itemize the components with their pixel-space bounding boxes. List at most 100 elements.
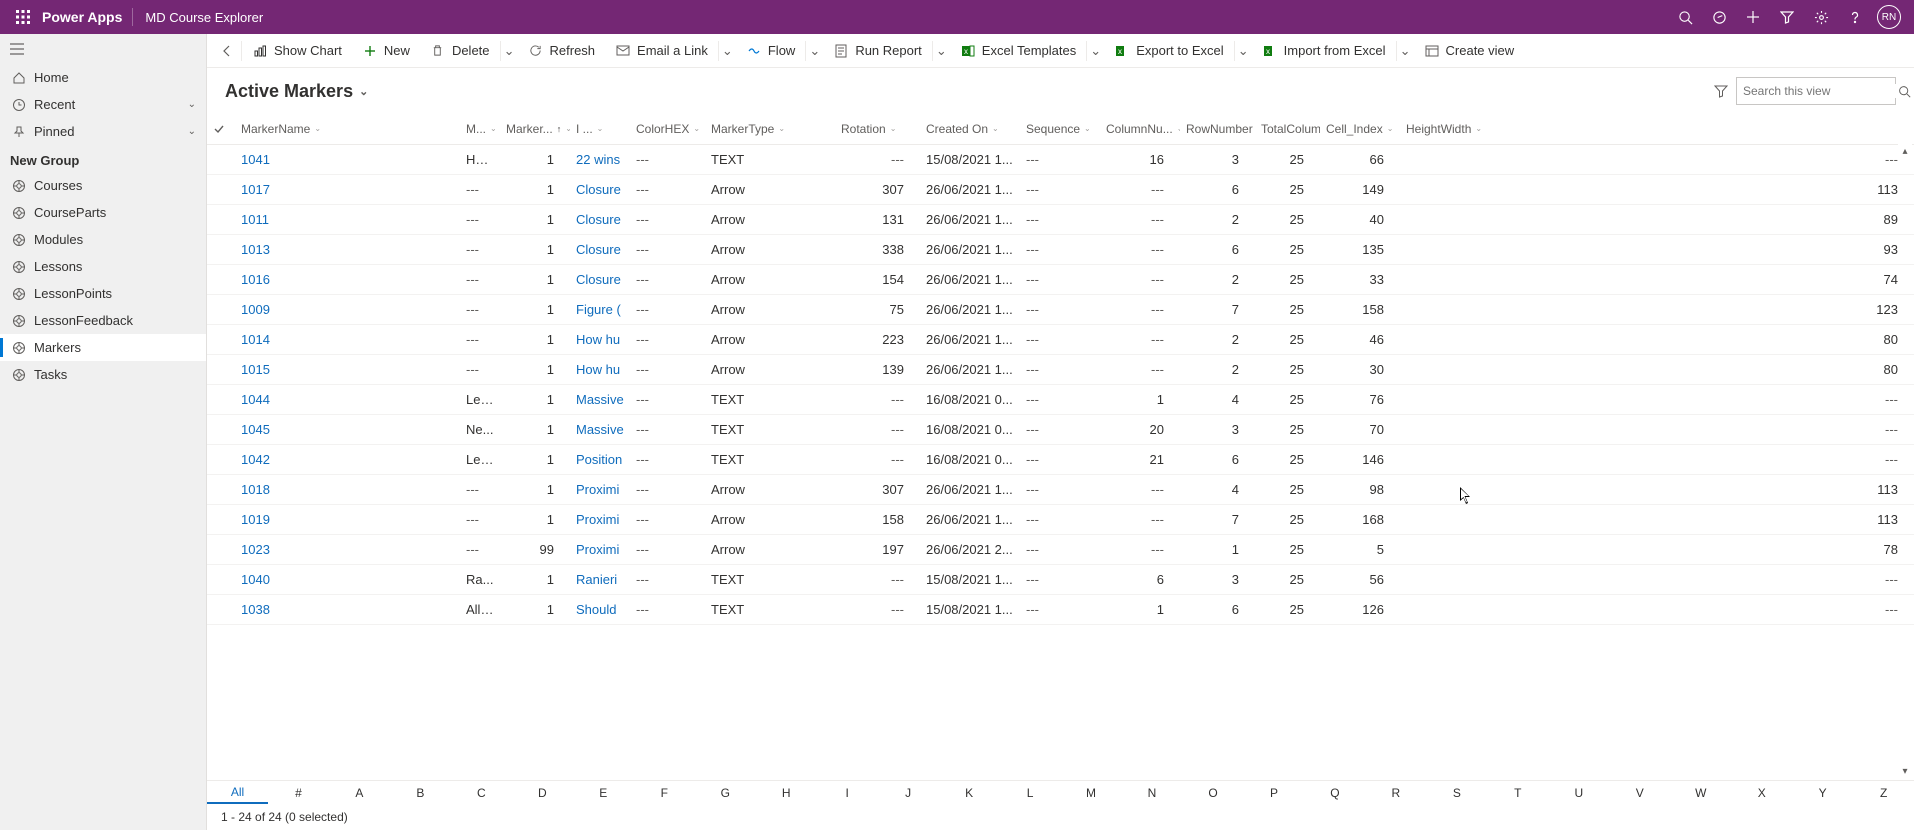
row-checkbox[interactable] <box>207 564 235 594</box>
view-selector[interactable]: Active Markers ⌄ <box>225 81 368 102</box>
help-icon[interactable] <box>1838 0 1872 34</box>
export-split[interactable]: ⌄ <box>1234 41 1252 61</box>
record-link[interactable]: 1009 <box>241 302 270 317</box>
table-row[interactable]: 1042Lei...1Position---TEXT---16/08/2021 … <box>207 444 1914 474</box>
record-link[interactable]: How hu <box>576 332 620 347</box>
alpha-Y[interactable]: Y <box>1792 781 1853 804</box>
email-link-button[interactable]: Email a Link <box>605 34 718 68</box>
row-checkbox[interactable] <box>207 264 235 294</box>
table-row[interactable]: 1011---1Closure---Arrow13126/06/2021 1..… <box>207 204 1914 234</box>
search-icon[interactable] <box>1668 0 1702 34</box>
row-checkbox[interactable] <box>207 144 235 174</box>
column-header[interactable]: Rotation⌄ <box>835 114 920 144</box>
record-link[interactable]: 1014 <box>241 332 270 347</box>
alpha-W[interactable]: W <box>1670 781 1731 804</box>
column-header[interactable]: Cell_Index⌄ <box>1320 114 1400 144</box>
alpha-Q[interactable]: Q <box>1304 781 1365 804</box>
alpha-R[interactable]: R <box>1365 781 1426 804</box>
column-header[interactable]: Marker...↑⌄ <box>500 114 570 144</box>
record-link[interactable]: Massive <box>576 422 624 437</box>
hamburger-icon[interactable] <box>0 34 206 64</box>
record-link[interactable]: 1023 <box>241 542 270 557</box>
alpha-I[interactable]: I <box>817 781 878 804</box>
alpha-#[interactable]: # <box>268 781 329 804</box>
table-row[interactable]: 1023---99Proximi---Arrow19726/06/2021 2.… <box>207 534 1914 564</box>
delete-button[interactable]: Delete <box>420 34 500 68</box>
alpha-O[interactable]: O <box>1183 781 1244 804</box>
filter-icon[interactable] <box>1770 0 1804 34</box>
table-row[interactable]: 1045Ne...1Massive---TEXT---16/08/2021 0.… <box>207 414 1914 444</box>
scroll-up-icon[interactable]: ▴ <box>1898 144 1912 158</box>
alpha-H[interactable]: H <box>756 781 817 804</box>
alpha-T[interactable]: T <box>1487 781 1548 804</box>
alpha-U[interactable]: U <box>1548 781 1609 804</box>
alpha-C[interactable]: C <box>451 781 512 804</box>
record-link[interactable]: Ranieri <box>576 572 617 587</box>
alpha-V[interactable]: V <box>1609 781 1670 804</box>
record-link[interactable]: Closure <box>576 272 621 287</box>
avatar[interactable]: RN <box>1872 0 1906 34</box>
row-checkbox[interactable] <box>207 294 235 324</box>
scroll-down-icon[interactable]: ▾ <box>1898 764 1912 778</box>
row-checkbox[interactable] <box>207 444 235 474</box>
column-header[interactable]: MarkerName⌄ <box>235 114 460 144</box>
column-header[interactable]: ColumnNu...⌄ <box>1100 114 1180 144</box>
alpha-F[interactable]: F <box>634 781 695 804</box>
record-link[interactable]: Figure ( <box>576 302 621 317</box>
record-link[interactable]: 1044 <box>241 392 270 407</box>
sidebar-home[interactable]: Home <box>0 64 206 91</box>
sidebar-item-tasks[interactable]: Tasks <box>0 361 206 388</box>
brand-label[interactable]: Power Apps <box>38 8 133 26</box>
row-checkbox[interactable] <box>207 174 235 204</box>
alpha-D[interactable]: D <box>512 781 573 804</box>
record-link[interactable]: 1042 <box>241 452 270 467</box>
alpha-S[interactable]: S <box>1426 781 1487 804</box>
import-excel-button[interactable]: x Import from Excel <box>1252 34 1396 68</box>
alpha-M[interactable]: M <box>1061 781 1122 804</box>
grid[interactable]: MarkerName⌄M...⌄Marker...↑⌄I ...⌄ColorHE… <box>207 114 1914 780</box>
column-header[interactable]: Created On⌄ <box>920 114 1020 144</box>
row-checkbox[interactable] <box>207 504 235 534</box>
row-checkbox[interactable] <box>207 354 235 384</box>
table-row[interactable]: 1018---1Proximi---Arrow30726/06/2021 1..… <box>207 474 1914 504</box>
row-checkbox[interactable] <box>207 534 235 564</box>
table-row[interactable]: 1019---1Proximi---Arrow15826/06/2021 1..… <box>207 504 1914 534</box>
record-link[interactable]: 22 wins <box>576 152 620 167</box>
record-link[interactable]: 1019 <box>241 512 270 527</box>
run-report-button[interactable]: Run Report <box>823 34 931 68</box>
report-split[interactable]: ⌄ <box>932 41 950 61</box>
add-icon[interactable] <box>1736 0 1770 34</box>
table-row[interactable]: 1038All ...1Should---TEXT---15/08/2021 1… <box>207 594 1914 624</box>
alpha-Z[interactable]: Z <box>1853 781 1914 804</box>
table-row[interactable]: 1016---1Closure---Arrow15426/06/2021 1..… <box>207 264 1914 294</box>
flow-split[interactable]: ⌄ <box>805 41 823 61</box>
sidebar-item-lessons[interactable]: Lessons <box>0 253 206 280</box>
sidebar-item-courses[interactable]: Courses <box>0 172 206 199</box>
assist-icon[interactable] <box>1702 0 1736 34</box>
record-link[interactable]: How hu <box>576 362 620 377</box>
record-link[interactable]: Closure <box>576 212 621 227</box>
row-checkbox[interactable] <box>207 384 235 414</box>
column-header[interactable]: RowNumber⌄ <box>1180 114 1255 144</box>
alpha-E[interactable]: E <box>573 781 634 804</box>
record-link[interactable]: 1015 <box>241 362 270 377</box>
delete-split[interactable]: ⌄ <box>500 41 518 61</box>
email-split[interactable]: ⌄ <box>718 41 736 61</box>
table-row[interactable]: 1017---1Closure---Arrow30726/06/2021 1..… <box>207 174 1914 204</box>
show-chart-button[interactable]: Show Chart <box>242 34 352 68</box>
column-header[interactable]: Sequence⌄ <box>1020 114 1100 144</box>
record-link[interactable]: 1045 <box>241 422 270 437</box>
search-box[interactable] <box>1736 77 1896 105</box>
record-link[interactable]: 1016 <box>241 272 270 287</box>
row-checkbox[interactable] <box>207 204 235 234</box>
row-checkbox[interactable] <box>207 234 235 264</box>
alpha-J[interactable]: J <box>878 781 939 804</box>
table-row[interactable]: 1044Lei...1Massive---TEXT---16/08/2021 0… <box>207 384 1914 414</box>
table-row[interactable]: 1015---1How hu---Arrow13926/06/2021 1...… <box>207 354 1914 384</box>
alpha-G[interactable]: G <box>695 781 756 804</box>
table-row[interactable]: 1013---1Closure---Arrow33826/06/2021 1..… <box>207 234 1914 264</box>
import-split[interactable]: ⌄ <box>1396 41 1414 61</box>
filter-funnel-icon[interactable] <box>1706 84 1736 98</box>
excel-tpl-split[interactable]: ⌄ <box>1086 41 1104 61</box>
alpha-All[interactable]: All <box>207 781 268 804</box>
